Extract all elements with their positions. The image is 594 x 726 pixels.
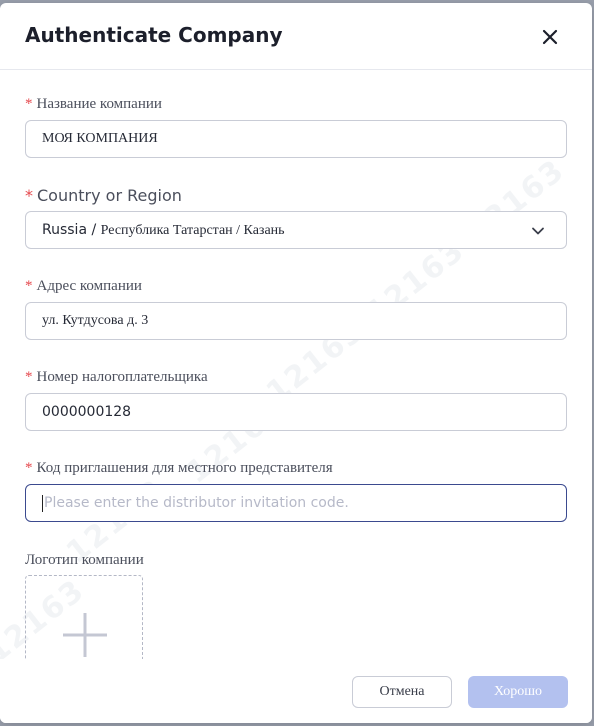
company-address-label-text: Адрес компании <box>36 278 142 294</box>
country-label-text: Country or Region <box>37 186 182 205</box>
company-name-label-text: Название компании <box>36 96 162 112</box>
tax-number-label: * Номер налогоплательщика <box>25 369 208 386</box>
tax-number-input[interactable]: 0000000128 <box>25 393 567 431</box>
required-mark: * <box>25 96 33 112</box>
invitation-code-label-text: Код приглашения для местного представите… <box>36 460 333 476</box>
tax-number-label-text: Номер налогоплательщика <box>36 369 208 385</box>
company-name-value: МОЯ КОМПАНИЯ <box>42 131 158 146</box>
company-logo-label-text: Логотип компании <box>25 552 144 568</box>
invitation-code-label: * Код приглашения для местного представит… <box>25 460 333 477</box>
required-mark: * <box>25 460 33 476</box>
tax-number-value: 0000000128 <box>42 404 132 420</box>
close-icon[interactable] <box>538 25 562 49</box>
country-label: * Country or Region <box>25 186 182 205</box>
dialog-title: Authenticate Company <box>25 23 283 47</box>
required-mark: * <box>25 278 33 294</box>
company-address-label: * Адрес компании <box>25 278 142 295</box>
required-mark: * <box>25 369 33 385</box>
dialog-header: Authenticate Company <box>0 3 592 70</box>
plus-icon <box>63 613 107 657</box>
chevron-down-icon[interactable] <box>530 223 546 239</box>
region-city-value: Республика Татарстан / Казань <box>100 223 285 238</box>
invitation-code-input[interactable]: Please enter the distributor invitation … <box>25 484 567 522</box>
country-value: Russia / <box>42 222 101 238</box>
ok-button[interactable]: Хорошо <box>468 676 568 708</box>
text-caret <box>42 494 43 512</box>
company-name-label: * Название компании <box>25 96 162 113</box>
company-name-input[interactable]: МОЯ КОМПАНИЯ <box>25 120 567 158</box>
invitation-code-placeholder: Please enter the distributor invitation … <box>44 495 349 511</box>
country-region-value: Russia / Республика Татарстан / Казань <box>42 221 285 239</box>
country-region-select[interactable]: Russia / Республика Татарстан / Казань <box>25 211 567 249</box>
cancel-button[interactable]: Отмена <box>352 676 452 708</box>
required-mark: * <box>25 186 33 205</box>
authenticate-company-dialog: 12163 12163 12163 12163 12163 12163 Auth… <box>0 3 592 723</box>
company-address-value: ул. Кутдусова д. 3 <box>42 313 149 328</box>
company-address-input[interactable]: ул. Кутдусова д. 3 <box>25 302 567 340</box>
company-logo-label: Логотип компании <box>25 552 144 569</box>
